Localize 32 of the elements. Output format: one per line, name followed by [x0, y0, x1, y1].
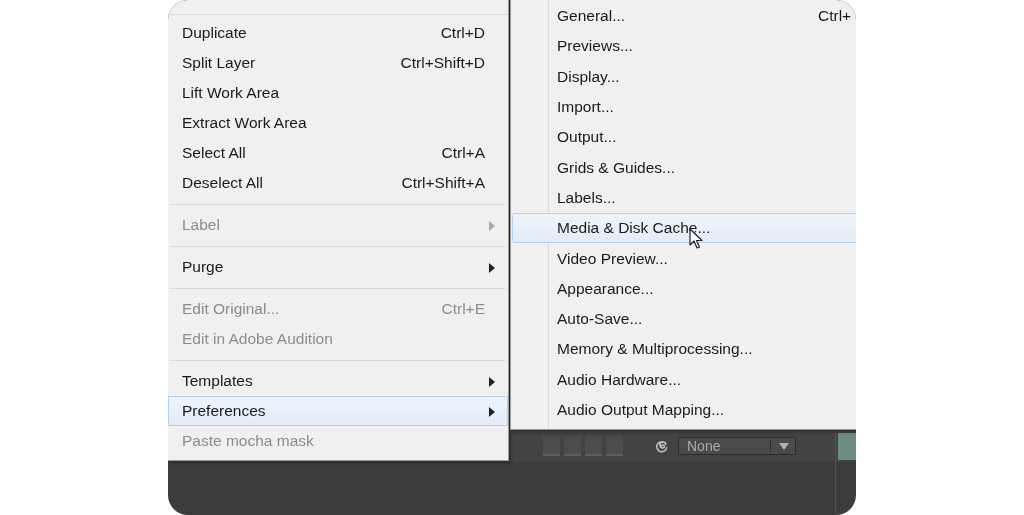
- submenu-item[interactable]: Output...: [512, 122, 856, 153]
- timeline-clip: [838, 433, 856, 460]
- submenu-item[interactable]: Audio Hardware...: [512, 364, 856, 395]
- blank-button[interactable]: [543, 436, 560, 456]
- submenu-item[interactable]: Previews...: [512, 31, 856, 62]
- menu-item[interactable]: Preferences: [168, 396, 508, 426]
- playhead-line[interactable]: [835, 430, 836, 513]
- submenu-item[interactable]: Display...: [512, 61, 856, 92]
- submenu-item[interactable]: Grids & Guides...: [512, 152, 856, 183]
- submenu-item[interactable]: Auto-Save...: [512, 303, 856, 335]
- menu-item[interactable]: Deselect All Ctrl+Shift+A: [168, 168, 508, 198]
- submenu-item[interactable]: Labels...: [512, 182, 856, 214]
- menu-item[interactable]: Duplicate Ctrl+D: [168, 18, 508, 48]
- menu-item[interactable]: Lift Work Area: [168, 78, 508, 108]
- menu-item[interactable]: Extract Work Area: [168, 108, 508, 138]
- submenu-item[interactable]: Import...: [512, 91, 856, 123]
- submenu-item[interactable]: Memory & Multiprocessing...: [512, 334, 856, 365]
- submenu-item[interactable]: Video Preview...: [512, 243, 856, 274]
- spiral-icon[interactable]: [655, 439, 668, 453]
- menu-item[interactable]: Templates: [168, 366, 508, 396]
- menu-item[interactable]: Purge: [168, 252, 508, 282]
- blank-button[interactable]: [585, 436, 602, 456]
- submenu-item[interactable]: Appearance...: [512, 273, 856, 304]
- dropdown[interactable]: None: [678, 437, 796, 455]
- menu-item[interactable]: Split Layer Ctrl+Shift+D: [168, 48, 508, 78]
- submenu-item[interactable]: Media & Disk Cache...: [512, 213, 856, 244]
- submenu-item[interactable]: General... Ctrl+: [512, 1, 856, 32]
- submenu-item[interactable]: Audio Output Mapping...: [512, 394, 856, 426]
- blank-button[interactable]: [564, 436, 581, 456]
- menu-item[interactable]: Select All Ctrl+A: [168, 138, 508, 168]
- blank-button[interactable]: [606, 436, 623, 456]
- caret-icon: [779, 443, 789, 450]
